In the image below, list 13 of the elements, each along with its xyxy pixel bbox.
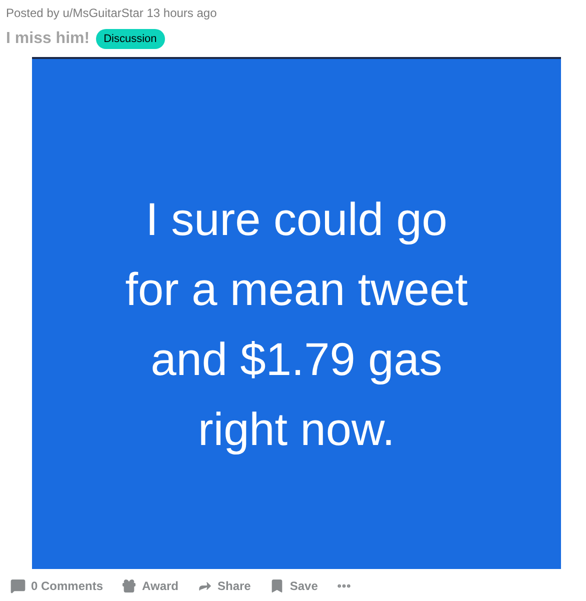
image-caption-line: for a mean tweet <box>125 262 468 317</box>
award-button[interactable]: Award <box>121 577 178 595</box>
share-button[interactable]: Share <box>196 577 251 595</box>
flair-tag[interactable]: Discussion <box>96 28 165 50</box>
image-caption-line: right now. <box>198 402 395 457</box>
post-meta: Posted by u/MsGuitarStar 13 hours ago <box>6 5 218 21</box>
image-caption-line: I sure could go <box>146 192 448 247</box>
post-title: I miss him! <box>6 29 90 49</box>
save-button[interactable]: Save <box>268 577 318 595</box>
comment-icon <box>10 578 26 594</box>
comments-button[interactable]: 0 Comments <box>10 577 104 595</box>
image-caption-line: and $1.79 gas <box>150 332 442 387</box>
gift-icon <box>121 578 138 594</box>
